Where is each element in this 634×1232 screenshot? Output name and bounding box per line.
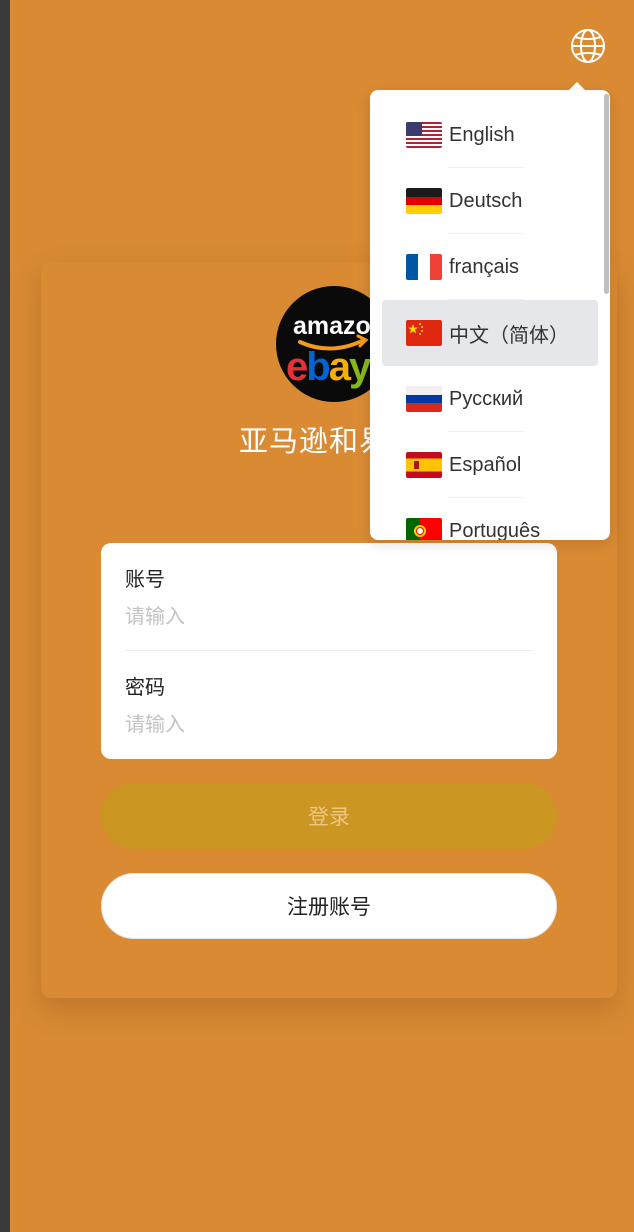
es-flag-icon bbox=[406, 452, 442, 478]
login-form: 账号 密码 bbox=[101, 543, 557, 759]
fr-flag-icon bbox=[406, 254, 442, 280]
account-label: 账号 bbox=[125, 569, 165, 591]
de-flag-icon bbox=[406, 188, 442, 214]
language-menu-scrollbar[interactable] bbox=[604, 94, 609, 294]
language-label: 中文（简体） bbox=[449, 324, 569, 347]
language-label: Español bbox=[449, 453, 522, 476]
language-label: français bbox=[449, 255, 520, 278]
password-label: 密码 bbox=[125, 677, 165, 699]
language-option-english[interactable]: English bbox=[370, 102, 610, 168]
password-input[interactable] bbox=[125, 709, 533, 741]
login-button[interactable]: 登录 bbox=[101, 783, 557, 849]
language-option-francais[interactable]: français bbox=[370, 234, 610, 300]
language-option-chinese[interactable]: 中文（简体） bbox=[382, 300, 598, 366]
left-edge-bar bbox=[0, 0, 10, 1232]
account-input[interactable] bbox=[125, 601, 533, 633]
register-button[interactable]: 注册账号 bbox=[101, 873, 557, 939]
us-flag-icon bbox=[406, 122, 442, 148]
language-option-portuguese[interactable]: Português bbox=[370, 498, 610, 540]
language-menu: English Deutsch français 中文（简体） Русский … bbox=[370, 90, 610, 540]
svg-text:ebay: ebay bbox=[286, 345, 372, 389]
form-divider bbox=[125, 650, 533, 651]
language-label: English bbox=[449, 123, 515, 146]
language-label: Português bbox=[449, 519, 541, 541]
language-button[interactable] bbox=[569, 27, 607, 65]
language-label: Русский bbox=[449, 387, 524, 410]
language-option-spanish[interactable]: Español bbox=[370, 432, 610, 498]
globe-icon bbox=[571, 29, 605, 63]
ru-flag-icon bbox=[406, 386, 442, 412]
language-label: Deutsch bbox=[449, 189, 523, 212]
pt-flag-icon bbox=[406, 518, 442, 540]
language-option-russian[interactable]: Русский bbox=[370, 366, 610, 432]
cn-flag-icon bbox=[406, 320, 442, 346]
language-option-deutsch[interactable]: Deutsch bbox=[370, 168, 610, 234]
